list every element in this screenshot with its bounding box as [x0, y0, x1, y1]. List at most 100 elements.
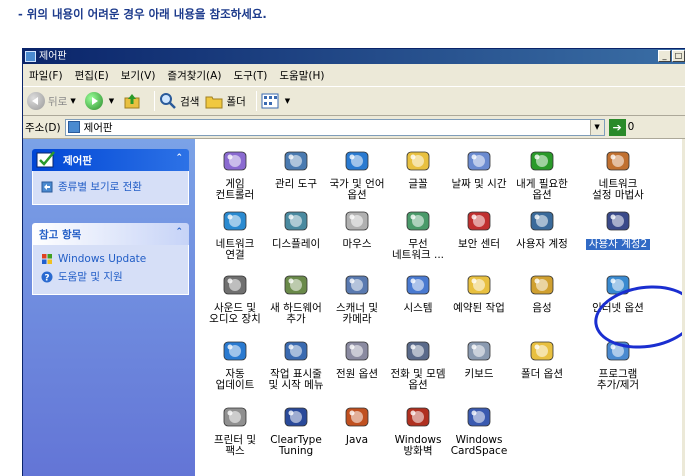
windows-update-link[interactable]: Windows Update — [41, 253, 182, 265]
views-button[interactable]: ▼ — [261, 92, 293, 110]
scanner-camera-icon — [345, 275, 369, 295]
control-panel-item[interactable]: 게임 컨트롤러 — [203, 145, 267, 201]
control-panel-item-label: 자동 업데이트 — [215, 368, 255, 391]
control-panel-item[interactable]: 국가 및 언어 옵션 — [325, 145, 389, 201]
control-panel-item[interactable]: 작업 표시줄 및 시작 메뉴 — [264, 335, 328, 391]
forward-button[interactable]: ▼ — [84, 92, 117, 110]
collapse-icon[interactable]: ⌃ — [175, 153, 183, 163]
control-panel-item-label: ClearType Tuning — [270, 434, 322, 457]
control-panel-item[interactable]: 자동 업데이트 — [203, 335, 267, 391]
back-dropdown-icon[interactable]: ▼ — [70, 97, 75, 105]
control-panel-item[interactable]: 프린터 및 팩스 — [203, 401, 267, 457]
see-also-section-title: 참고 항목 — [39, 228, 82, 241]
control-panel-item[interactable]: Windows 방화벽 — [386, 401, 450, 457]
forward-dropdown-icon[interactable]: ▼ — [109, 97, 114, 105]
scheduled-tasks-icon — [467, 275, 491, 295]
instruction-text: - 위의 내용이 어려운 경우 아래 내용을 참조하세요. — [18, 7, 267, 21]
control-panel-item[interactable]: 네트워크 연결 — [203, 205, 267, 261]
title-bar[interactable]: 제어판 _ □ — [23, 49, 685, 64]
control-panel-item[interactable]: 예약된 작업 — [447, 269, 511, 314]
control-panel-item[interactable]: 전화 및 모뎀 옵션 — [386, 335, 450, 391]
control-panel-item[interactable]: 글꼴 — [386, 145, 450, 190]
back-button[interactable]: 뒤로 ▼ — [27, 92, 79, 110]
address-dropdown-icon[interactable]: ▼ — [589, 119, 604, 135]
system-icon — [406, 275, 430, 295]
taskbar-icon — [284, 341, 308, 361]
screenshot-root: - 위의 내용이 어려운 경우 아래 내용을 참조하세요. 제어판 _ □ 파일… — [0, 0, 685, 476]
display-icon — [284, 211, 308, 231]
control-panel-item[interactable]: 폴더 옵션 — [510, 335, 574, 380]
control-panel-item-label: 새 하드웨어 추가 — [270, 302, 322, 325]
toolbar: 뒤로 ▼ ▼ 검색 폴더 ▼ — [23, 86, 685, 116]
control-panel-item[interactable]: 내게 필요한 옵션 — [510, 145, 574, 201]
control-panel-item[interactable]: Windows CardSpace — [447, 401, 511, 457]
network-setup-icon — [606, 151, 630, 171]
control-panel-window: 제어판 _ □ 파일(F) 편집(E) 보기(V) 즐겨찾기(A) 도구(T) … — [22, 48, 685, 476]
menu-edit[interactable]: 편집(E) — [75, 68, 109, 83]
help-and-support-link[interactable]: ? 도움말 및 지원 — [41, 269, 182, 284]
control-panel-item[interactable]: 무선 네트워크 ... — [386, 205, 450, 261]
control-panel-item-label: 보안 센터 — [458, 238, 500, 250]
menu-bar: 파일(F) 편집(E) 보기(V) 즐겨찾기(A) 도구(T) 도움말(H) — [23, 65, 685, 85]
up-folder-button[interactable] — [123, 92, 144, 110]
control-panel-item-label: 음성 — [532, 302, 552, 314]
control-panel-item[interactable]: 관리 도구 — [264, 145, 328, 190]
back-label: 뒤로 — [48, 95, 68, 108]
menu-help[interactable]: 도움말(H) — [279, 68, 324, 83]
control-panel-item[interactable]: 네트워크 설정 마법사 — [586, 145, 650, 201]
speech-icon — [530, 275, 554, 295]
phone-modem-icon — [406, 341, 430, 361]
menu-tools[interactable]: 도구(T) — [233, 68, 267, 83]
back-arrow-icon — [27, 92, 45, 110]
control-panel-item-label: 글꼴 — [408, 178, 428, 190]
clock-icon — [467, 151, 491, 171]
see-also-section-body: Windows Update ? 도움말 및 지원 — [32, 245, 189, 295]
control-panel-item-label: 작업 표시줄 및 시작 메뉴 — [268, 368, 324, 391]
control-panel-item-label: 마우스 — [342, 238, 372, 250]
control-panel-item[interactable]: 마우스 — [325, 205, 389, 250]
control-panel-item[interactable]: 디스플레이 — [264, 205, 328, 250]
control-panel-item[interactable]: 새 하드웨어 추가 — [264, 269, 328, 325]
control-panel-item-label: 프로그램 추가/제거 — [596, 368, 640, 391]
toolbar-separator — [154, 91, 156, 111]
go-arrow-icon[interactable]: ➔ — [608, 118, 626, 136]
control-panel-item[interactable]: Java — [325, 401, 389, 446]
control-panel-item[interactable]: 사용자 계정 — [510, 205, 574, 250]
network-connections-icon — [223, 211, 247, 231]
control-panel-item[interactable]: 시스템 — [386, 269, 450, 314]
control-panel-item-label: 시스템 — [403, 302, 433, 314]
menu-favorites[interactable]: 즐겨찾기(A) — [167, 68, 221, 83]
control-panel-item-label: 전원 옵션 — [336, 368, 378, 380]
control-panel-section: 제어판 ⌃ 종류별 보기로 전환 — [32, 149, 189, 205]
category-view-icon — [41, 181, 53, 192]
control-panel-item[interactable]: 날짜 및 시간 — [447, 145, 511, 190]
menu-view[interactable]: 보기(V) — [121, 68, 156, 83]
switch-to-category-view-link[interactable]: 종류별 보기로 전환 — [41, 179, 182, 194]
views-dropdown-icon[interactable]: ▼ — [285, 97, 290, 105]
folders-button[interactable]: 폴더 — [205, 92, 246, 110]
control-panel-item[interactable]: 전원 옵션 — [325, 335, 389, 380]
windows-update-icon — [42, 254, 52, 264]
control-panel-item[interactable]: ClearType Tuning — [264, 401, 328, 457]
switch-to-category-view-label: 종류별 보기로 전환 — [58, 181, 142, 193]
game-controller-icon — [223, 151, 247, 171]
control-panel-item[interactable]: 키보드 — [447, 335, 511, 380]
see-also-section-header[interactable]: 참고 항목 ⌃ — [32, 223, 189, 245]
control-panel-item[interactable]: 음성 — [510, 269, 574, 314]
control-panel-item[interactable]: 사운드 및 오디오 장치 — [203, 269, 267, 325]
control-panel-item[interactable]: 보안 센터 — [447, 205, 511, 250]
control-panel-item[interactable]: 스캐너 및 카메라 — [325, 269, 389, 325]
content-area: 제어판 ⌃ 종류별 보기로 전환 참고 항목 ⌃ Windows Update … — [23, 138, 685, 476]
collapse-icon[interactable]: ⌃ — [175, 227, 183, 237]
control-panel-item[interactable]: 사용자 계정2 — [586, 205, 650, 250]
control-panel-section-header[interactable]: 제어판 ⌃ — [32, 149, 189, 171]
address-field[interactable]: 제어판 ▼ — [64, 118, 605, 136]
menu-file[interactable]: 파일(F) — [29, 68, 63, 83]
minimize-button[interactable]: _ — [658, 50, 671, 62]
maximize-button[interactable]: □ — [672, 50, 685, 62]
auto-update-icon — [223, 341, 247, 361]
java-icon — [345, 407, 369, 427]
control-panel-item-label: 네트워크 설정 마법사 — [592, 178, 644, 201]
toolbar-separator-2 — [255, 91, 257, 111]
search-button[interactable]: 검색 — [159, 92, 199, 110]
